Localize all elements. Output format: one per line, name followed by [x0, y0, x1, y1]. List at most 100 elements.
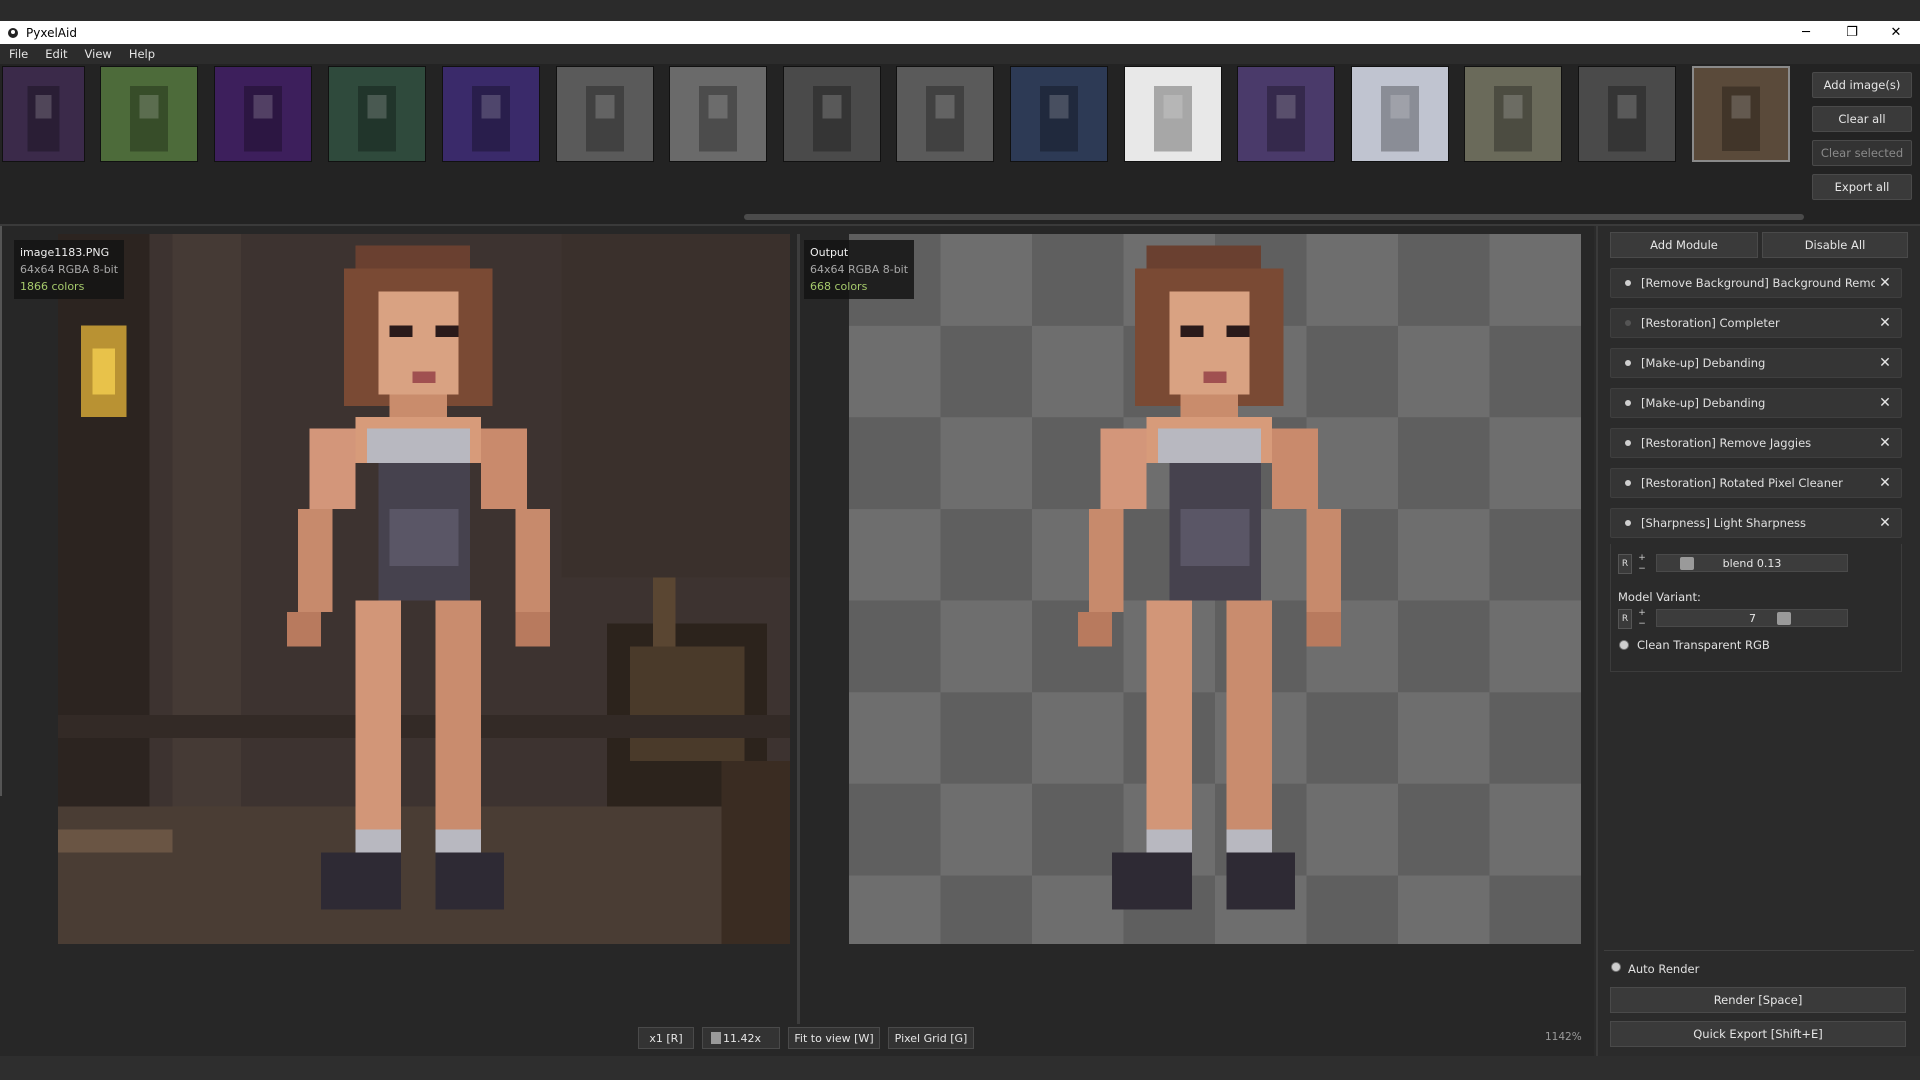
remove-module-icon[interactable]: ✕: [1875, 515, 1895, 531]
module-label: [Remove Background] Background RemoverEx…: [1641, 276, 1875, 290]
module-toggle[interactable]: [1625, 520, 1631, 526]
model-variant-value: 7: [1749, 611, 1756, 625]
module-label: [Restoration] Remove Jaggies: [1641, 436, 1812, 450]
module-item[interactable]: [Make-up] Debanding ✕: [1610, 348, 1902, 378]
image-strip: Add image(s) Clear all Clear selected Ex…: [0, 64, 1920, 224]
zoom-percent: 1142%: [1545, 1031, 1582, 1043]
model-variant-slider[interactable]: 7: [1656, 609, 1848, 627]
menu-edit[interactable]: Edit: [36, 47, 75, 61]
module-toggle[interactable]: [1625, 360, 1631, 366]
quick-export-button[interactable]: Quick Export [Shift+E]: [1610, 1021, 1906, 1047]
minus-icon[interactable]: −: [1636, 564, 1648, 575]
output-color-count: 668 colors: [810, 280, 868, 293]
thumbnail-purple-portal[interactable]: [214, 66, 312, 162]
input-meta: 64x64 RGBA 8-bit: [20, 263, 119, 276]
thumbnail-wolf-ruins[interactable]: [1464, 66, 1562, 162]
reset-blend-button[interactable]: R: [1618, 554, 1632, 574]
thumbnail-man-city[interactable]: [442, 66, 540, 162]
thumbnail-robot-knight[interactable]: [783, 66, 881, 162]
input-color-count: 1866 colors: [20, 280, 85, 293]
plus-icon[interactable]: +: [1636, 608, 1648, 619]
clear-selected-button[interactable]: Clear selected: [1812, 140, 1912, 166]
zoom-field[interactable]: 11.42x: [702, 1027, 780, 1049]
thumbnail-house-trees[interactable]: [328, 66, 426, 162]
module-item[interactable]: [Sharpness] Light Sharpness ✕: [1610, 508, 1902, 538]
remove-module-icon[interactable]: ✕: [1875, 275, 1895, 291]
thumbnail-castle-night[interactable]: [2, 66, 85, 162]
blend-stepper[interactable]: + −: [1636, 553, 1648, 575]
zoom-handle[interactable]: [711, 1032, 721, 1044]
close-window-button[interactable]: ✕: [1874, 21, 1918, 44]
add-module-button[interactable]: Add Module: [1610, 232, 1758, 258]
remove-module-icon[interactable]: ✕: [1875, 315, 1895, 331]
scale-button[interactable]: x1 [R]: [638, 1027, 694, 1049]
blend-slider[interactable]: blend 0.13: [1656, 554, 1848, 572]
add-images-button[interactable]: Add image(s): [1812, 72, 1912, 98]
module-item[interactable]: [Remove Background] Background RemoverEx…: [1610, 268, 1902, 298]
remove-module-icon[interactable]: ✕: [1875, 355, 1895, 371]
menu-bar: File Edit View Help: [0, 44, 1920, 64]
thumbnail-bear-dog[interactable]: [556, 66, 654, 162]
module-item[interactable]: [Restoration] Remove Jaggies ✕: [1610, 428, 1902, 458]
remove-module-icon[interactable]: ✕: [1875, 395, 1895, 411]
output-image-view[interactable]: [849, 234, 1581, 944]
reset-variant-button[interactable]: R: [1618, 609, 1632, 629]
thumbnail-chicken[interactable]: [896, 66, 994, 162]
thumbnail-anime-girl[interactable]: [669, 66, 767, 162]
restore-button[interactable]: ❐: [1830, 21, 1874, 44]
thumbnail-werewolf-hood[interactable]: [1237, 66, 1335, 162]
input-info-box: image1183.PNG 64x64 RGBA 8-bit 1866 colo…: [14, 240, 125, 299]
view-splitter[interactable]: [797, 234, 800, 1024]
module-toggle[interactable]: [1625, 400, 1631, 406]
thumbnail-city-skyline[interactable]: [1010, 66, 1108, 162]
menu-help[interactable]: Help: [120, 47, 163, 61]
pixel-grid-button[interactable]: Pixel Grid [G]: [888, 1027, 974, 1049]
input-image-view[interactable]: [58, 234, 790, 944]
thumbnail-woman-selected[interactable]: [1692, 66, 1790, 162]
render-button[interactable]: Render [Space]: [1610, 987, 1906, 1013]
model-variant-label: Model Variant:: [1618, 590, 1701, 604]
fit-to-view-button[interactable]: Fit to view [W]: [788, 1027, 880, 1049]
zoom-value: 11.42x: [723, 1031, 762, 1045]
strip-scrollbar[interactable]: [744, 214, 1804, 220]
thumbnail-black-cat[interactable]: [1578, 66, 1676, 162]
export-all-button[interactable]: Export all: [1812, 174, 1912, 200]
remove-module-icon[interactable]: ✕: [1875, 475, 1895, 491]
output-meta: 64x64 RGBA 8-bit: [810, 263, 909, 276]
panel-separator: [1604, 950, 1914, 951]
input-filename: image1183.PNG: [20, 246, 110, 259]
module-item[interactable]: [Make-up] Debanding ✕: [1610, 388, 1902, 418]
disable-all-button[interactable]: Disable All: [1762, 232, 1908, 258]
module-toggle[interactable]: [1625, 320, 1631, 326]
output-info-box: Output 64x64 RGBA 8-bit 668 colors: [804, 240, 915, 299]
blend-value: blend 0.13: [1722, 556, 1782, 570]
module-toggle[interactable]: [1625, 480, 1631, 486]
minimize-button[interactable]: ─: [1784, 21, 1828, 44]
module-item[interactable]: [Restoration] Rotated Pixel Cleaner ✕: [1610, 468, 1902, 498]
module-label: [Sharpness] Light Sharpness: [1641, 516, 1807, 530]
auto-render-toggle[interactable]: [1611, 962, 1621, 972]
variant-stepper[interactable]: + −: [1636, 608, 1648, 630]
output-title: Output: [810, 246, 849, 259]
menu-view[interactable]: View: [76, 47, 120, 61]
clear-all-button[interactable]: Clear all: [1812, 106, 1912, 132]
thumbnail-blue-dragon[interactable]: [1124, 66, 1222, 162]
module-toggle[interactable]: [1625, 440, 1631, 446]
input-image: [58, 234, 790, 944]
app-logo-icon: [6, 26, 20, 40]
minus-icon[interactable]: −: [1636, 619, 1648, 630]
thumbnail-factory-building[interactable]: [100, 66, 198, 162]
module-label: [Make-up] Debanding: [1641, 396, 1766, 410]
thumbnail-cow[interactable]: [1351, 66, 1449, 162]
remove-module-icon[interactable]: ✕: [1875, 435, 1895, 451]
module-toggle[interactable]: [1625, 280, 1631, 286]
window-titlebar: PyxelAid ─ ❐ ✕: [0, 21, 1920, 44]
clean-rgb-label: Clean Transparent RGB: [1637, 638, 1770, 652]
module-item[interactable]: [Restoration] Completer ✕: [1610, 308, 1902, 338]
plus-icon[interactable]: +: [1636, 553, 1648, 564]
menu-file[interactable]: File: [0, 47, 36, 61]
clean-rgb-checkbox[interactable]: [1619, 640, 1629, 650]
module-label: [Restoration] Completer: [1641, 316, 1780, 330]
window-title: PyxelAid: [26, 25, 77, 40]
left-scroll-edge: [0, 226, 2, 796]
